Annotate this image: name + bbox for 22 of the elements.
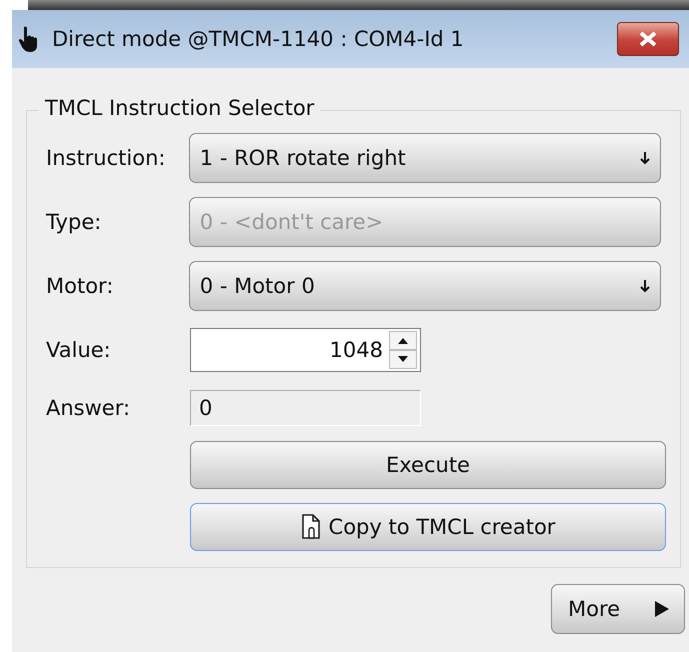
document-icon — [300, 514, 321, 540]
dropdown[interactable]: 0 - Motor 0 — [188, 261, 661, 311]
field-label: Motor: — [46, 274, 114, 298]
dropdown[interactable]: 1 - ROR rotate right — [188, 133, 661, 183]
value-field[interactable]: 1048 — [191, 338, 389, 362]
field-label: Value: — [46, 338, 112, 362]
close-icon — [637, 31, 659, 47]
spin-box[interactable]: 1048 — [190, 328, 421, 372]
field-label: Type: — [46, 210, 102, 234]
field-label: Instruction: — [46, 146, 166, 170]
answer-field[interactable]: 0 — [190, 390, 421, 426]
more-button[interactable]: More — [551, 584, 685, 634]
action-button[interactable]: Execute — [190, 441, 666, 489]
spin-arrows-icon[interactable] — [389, 331, 417, 369]
field-label: Answer: — [46, 396, 132, 420]
right-triangle-icon — [654, 600, 670, 618]
window-title: Direct mode @TMCM-1140 : COM4-Id 1 — [52, 27, 465, 51]
down-arrow-icon — [640, 279, 650, 293]
hand-cursor-icon — [18, 25, 40, 53]
action-button[interactable]: Copy to TMCL creator — [190, 503, 666, 551]
down-arrow-icon — [640, 151, 650, 165]
close-button[interactable] — [617, 22, 679, 56]
